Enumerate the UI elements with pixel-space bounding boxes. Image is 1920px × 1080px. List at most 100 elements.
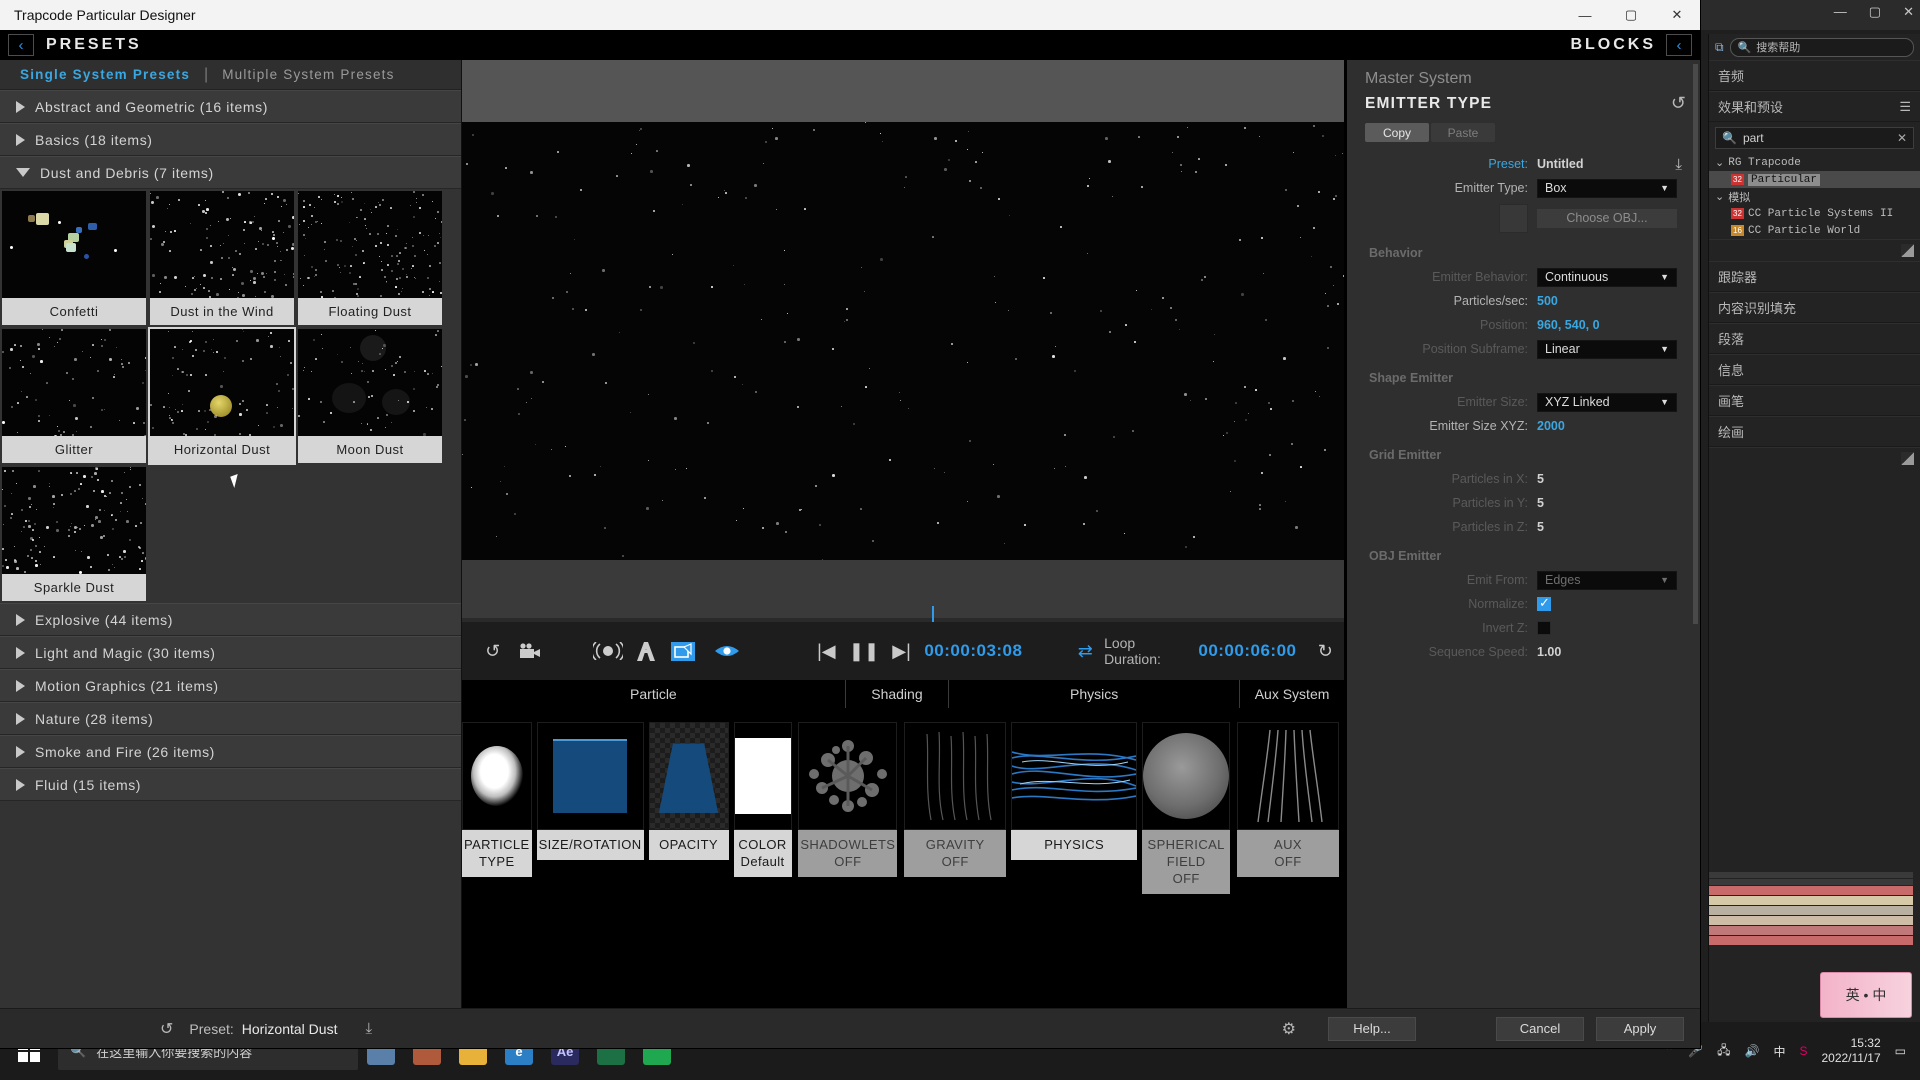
pause-icon[interactable]: ❚❚ — [845, 622, 883, 680]
close-button[interactable]: ✕ — [1654, 0, 1700, 30]
block-shadowlets[interactable]: SHADOWLETS OFF — [798, 722, 898, 894]
panel-menu-icon[interactable]: ☰ — [1899, 99, 1911, 115]
category-smoke-and-fire[interactable]: Smoke and Fire (26 items) — [0, 735, 461, 768]
apply-button[interactable]: Apply — [1596, 1016, 1684, 1041]
ae-panel-resize-row[interactable] — [1709, 239, 1920, 261]
position-value[interactable]: 960, 540, 0 — [1537, 318, 1600, 332]
back-icon[interactable]: ‹ — [8, 34, 34, 56]
block-spherical-field[interactable]: SPHERICAL FIELD OFF — [1142, 722, 1231, 894]
position-subframe-select[interactable]: Linear ▼ — [1537, 339, 1677, 359]
taskbar-clock[interactable]: 15:32 2022/11/17 — [1821, 1036, 1880, 1066]
timeline-layer-bar[interactable] — [1709, 936, 1913, 945]
block-opacity[interactable]: OPACITY — [648, 722, 729, 894]
block-size-rotation[interactable]: SIZE/ROTATION — [536, 722, 644, 894]
settings-gear-icon[interactable]: ⚙ — [1282, 1019, 1296, 1039]
ae-window-controls[interactable]: — ▢ ✕ — [1834, 4, 1914, 20]
block-color[interactable]: COLOR Default — [733, 722, 792, 894]
ae-tree-group[interactable]: ⌄ RG Trapcode — [1709, 154, 1920, 171]
category-nature[interactable]: Nature (28 items) — [0, 702, 461, 735]
category-fluid[interactable]: Fluid (15 items) — [0, 768, 461, 801]
copy-button[interactable]: Copy — [1365, 123, 1429, 142]
block-particle-type[interactable]: PARTICLE TYPE — [462, 722, 532, 894]
reset-icon[interactable]: ↺ — [474, 622, 512, 680]
timeline-layer-bar[interactable] — [1709, 916, 1913, 925]
emitter-size-xyz-value[interactable]: 2000 — [1537, 419, 1565, 433]
blocks-collapse-icon[interactable]: ‹ — [1666, 34, 1692, 56]
sogou-icon[interactable]: S — [1799, 1044, 1807, 1058]
choose-obj-button[interactable]: Choose OBJ... — [1537, 208, 1677, 228]
ae-section-content-aware-fill[interactable]: 内容识别填充 — [1709, 292, 1920, 323]
particles-in-z-value[interactable]: 5 — [1537, 520, 1544, 534]
visibility-eye-icon[interactable] — [708, 622, 746, 680]
preset-value[interactable]: Untitled — [1537, 157, 1584, 171]
preset-item-confetti[interactable]: Confetti — [0, 189, 148, 327]
normalize-checkbox[interactable] — [1537, 595, 1551, 611]
tab-multiple-system-presets[interactable]: Multiple System Presets — [222, 67, 394, 82]
footer-reset-icon[interactable]: ↺ — [0, 1019, 189, 1039]
block-physics[interactable]: PHYSICS — [1011, 722, 1138, 894]
ae-tree-group[interactable]: ⌄ 模拟 — [1709, 188, 1920, 205]
loop-duration-value[interactable]: 00:00:06:00 — [1198, 641, 1296, 661]
particles-per-sec-value[interactable]: 500 — [1537, 294, 1558, 308]
particles-in-x-value[interactable]: 5 — [1537, 472, 1544, 486]
resize-corner-icon[interactable] — [1901, 452, 1914, 465]
ae-close-icon[interactable]: ✕ — [1903, 4, 1914, 20]
category-basics[interactable]: Basics (18 items) — [0, 123, 461, 156]
ae-tree-item-particular[interactable]: 32 Particular — [1709, 171, 1920, 188]
ae-section-audio[interactable]: 音频 — [1709, 60, 1920, 91]
ae-section-paragraph[interactable]: 段落 — [1709, 323, 1920, 354]
footer-save-icon[interactable]: ⤓ — [365, 1020, 372, 1037]
reset-icon[interactable]: ↺ — [1671, 93, 1686, 114]
current-time[interactable]: 00:00:03:08 — [924, 641, 1022, 661]
network-icon[interactable]: 🖧 — [1717, 1041, 1730, 1062]
notifications-icon[interactable]: ▭ — [1895, 1044, 1906, 1058]
camera-icon[interactable] — [512, 622, 550, 680]
workspace-icon[interactable]: ⧉ — [1715, 40, 1724, 55]
ime-indicator[interactable]: 中 — [1773, 1043, 1785, 1060]
volume-icon[interactable]: 🔊 — [1745, 1044, 1760, 1058]
ae-section-tracker[interactable]: 跟踪器 — [1709, 261, 1920, 292]
resize-corner-icon[interactable] — [1901, 244, 1914, 257]
cancel-button[interactable]: Cancel — [1496, 1016, 1584, 1041]
sequence-speed-value[interactable]: 1.00 — [1537, 645, 1561, 659]
emitter-behavior-select[interactable]: Continuous ▼ — [1537, 267, 1677, 287]
timeline-layer-bar[interactable] — [1709, 906, 1913, 915]
tab-single-system-presets[interactable]: Single System Presets — [20, 67, 190, 82]
block-gravity[interactable]: GRAVITY OFF — [904, 722, 1007, 894]
ae-tree-item-cc-particle-systems[interactable]: 32 CC Particle Systems II — [1709, 205, 1920, 222]
next-frame-icon[interactable]: ▶| — [883, 622, 921, 680]
timeline-layer-bar[interactable] — [1709, 896, 1913, 905]
timeline-layer-bar[interactable] — [1709, 886, 1913, 895]
bounds-icon[interactable] — [664, 622, 702, 680]
obj-preview-swatch[interactable] — [1499, 203, 1528, 233]
viewport-canvas[interactable] — [462, 122, 1344, 560]
timeline-layer-bar[interactable] — [1709, 926, 1913, 935]
category-motion-graphics[interactable]: Motion Graphics (21 items) — [0, 669, 461, 702]
help-button[interactable]: Help... — [1328, 1016, 1416, 1041]
ae-section-brushes[interactable]: 画笔 — [1709, 385, 1920, 416]
maximize-button[interactable]: ▢ — [1608, 0, 1654, 30]
loop-reset-icon[interactable]: ↻ — [1306, 622, 1344, 680]
block-aux[interactable]: AUX OFF — [1236, 722, 1339, 894]
first-frame-icon[interactable]: |◀ — [808, 622, 846, 680]
emitter-type-select[interactable]: Box ▼ — [1537, 178, 1677, 198]
depth-of-field-icon[interactable] — [627, 622, 665, 680]
ae-help-search-input[interactable]: 🔍 搜索帮助 — [1729, 37, 1914, 57]
clear-icon[interactable]: ✕ — [1897, 131, 1907, 145]
ae-section-info[interactable]: 信息 — [1709, 354, 1920, 385]
particles-in-y-value[interactable]: 5 — [1537, 496, 1544, 510]
ae-minimize-icon[interactable]: — — [1834, 4, 1847, 20]
category-abstract-and-geometric[interactable]: Abstract and Geometric (16 items) — [0, 90, 461, 123]
ae-section-effects-presets[interactable]: 效果和预设 ☰ — [1709, 91, 1920, 122]
minimize-button[interactable]: — — [1562, 0, 1608, 30]
preset-item-glitter[interactable]: Glitter — [0, 327, 148, 465]
invert-z-checkbox[interactable] — [1537, 621, 1551, 635]
ae-tree-item-cc-particle-world[interactable]: 16 CC Particle World — [1709, 222, 1920, 239]
ime-floating-bar[interactable]: 英 • 中 — [1820, 972, 1912, 1018]
preset-item-sparkle-dust[interactable]: Sparkle Dust — [0, 465, 148, 603]
panel-scrollbar[interactable] — [1693, 64, 1698, 624]
preset-item-dust-in-the-wind[interactable]: Dust in the Wind — [148, 189, 296, 327]
preset-item-moon-dust[interactable]: Moon Dust — [296, 327, 444, 465]
save-preset-icon[interactable]: ⤓ — [1675, 156, 1682, 173]
emit-from-select[interactable]: Edges ▼ — [1537, 570, 1677, 590]
